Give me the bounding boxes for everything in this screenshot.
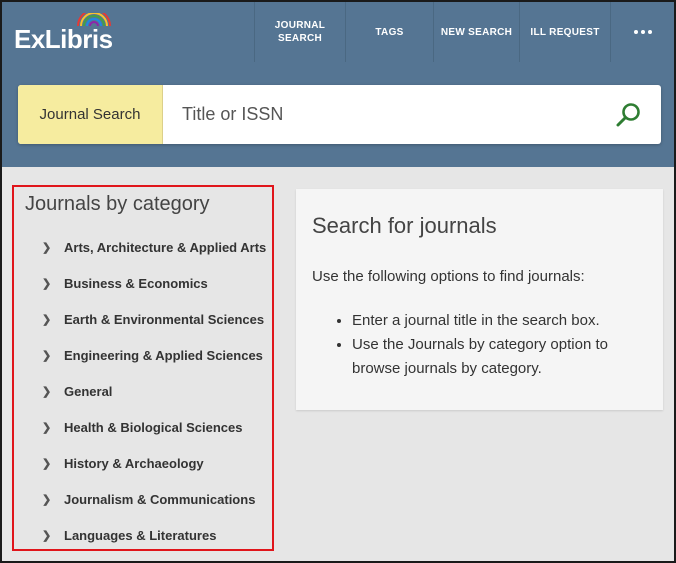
search-input[interactable] bbox=[163, 85, 603, 144]
chevron-right-icon: ❯ bbox=[42, 313, 52, 326]
search-bar: Journal Search bbox=[18, 85, 661, 144]
nav-tags[interactable]: TAGS bbox=[345, 2, 433, 62]
category-item[interactable]: ❯ General bbox=[14, 373, 272, 409]
search-scope-label: Journal Search bbox=[39, 106, 141, 123]
category-panel-title: Journals by category bbox=[25, 193, 210, 215]
nav-journal-search[interactable]: JOURNAL SEARCH bbox=[254, 2, 345, 62]
category-label: Arts, Architecture & Applied Arts bbox=[64, 239, 267, 255]
chevron-right-icon: ❯ bbox=[42, 385, 52, 398]
journals-by-category-panel: Journals by category ❯ Arts, Architecture… bbox=[12, 185, 274, 551]
more-menu-button[interactable] bbox=[610, 2, 674, 62]
category-label: History & Archaeology bbox=[64, 455, 204, 471]
category-item[interactable]: ❯ Arts, Architecture & Applied Arts bbox=[14, 229, 272, 265]
chevron-right-icon: ❯ bbox=[42, 493, 52, 506]
more-dots-icon bbox=[633, 30, 652, 34]
category-item[interactable]: ❯ Health & Biological Sciences bbox=[14, 409, 272, 445]
chevron-right-icon: ❯ bbox=[42, 457, 52, 470]
category-item[interactable]: ❯ History & Archaeology bbox=[14, 445, 272, 481]
category-label: Earth & Environmental Sciences bbox=[64, 311, 265, 327]
top-bar: ExLibris JOURNAL SEARCH TAGS NEW SEARCH … bbox=[2, 2, 674, 62]
category-label: Engineering & Applied Sciences bbox=[64, 347, 263, 363]
nav-ill-request[interactable]: ILL REQUEST bbox=[519, 2, 610, 62]
help-bullets: Enter a journal title in the search box.… bbox=[334, 309, 644, 381]
help-intro: Use the following options to find journa… bbox=[312, 268, 585, 285]
category-label: Languages & Literatures bbox=[64, 527, 217, 543]
nav-new-search[interactable]: NEW SEARCH bbox=[433, 2, 519, 62]
chevron-right-icon: ❯ bbox=[42, 349, 52, 362]
category-label: Business & Economics bbox=[64, 275, 208, 291]
category-item[interactable]: ❯ Engineering & Applied Sciences bbox=[14, 337, 272, 373]
nav-new-search-label: NEW SEARCH bbox=[440, 26, 513, 38]
chevron-right-icon: ❯ bbox=[42, 241, 52, 254]
search-icon bbox=[616, 103, 640, 127]
logo-text: ExLibris bbox=[14, 24, 113, 54]
rainbow-arc-icon bbox=[77, 13, 111, 27]
category-item[interactable]: ❯ Business & Economics bbox=[14, 265, 272, 301]
search-button[interactable] bbox=[611, 99, 645, 131]
category-label: General bbox=[64, 383, 113, 399]
category-item[interactable]: ❯ Journalism & Communications bbox=[14, 481, 272, 517]
nav-journal-search-label: JOURNAL SEARCH bbox=[274, 20, 326, 44]
category-list: ❯ Arts, Architecture & Applied Arts ❯ Busi… bbox=[14, 229, 272, 553]
search-scope[interactable]: Journal Search bbox=[18, 85, 163, 144]
chevron-right-icon: ❯ bbox=[42, 421, 52, 434]
nav-ill-request-label: ILL REQUEST bbox=[530, 26, 600, 38]
help-bullet: Use the Journals by category option to b… bbox=[352, 333, 644, 381]
category-label: Health & Biological Sciences bbox=[64, 419, 243, 435]
nav-tags-label: TAGS bbox=[375, 26, 404, 38]
journal-search-help-panel: Search for journals Use the following op… bbox=[296, 189, 663, 410]
app-frame: ExLibris JOURNAL SEARCH TAGS NEW SEARCH … bbox=[0, 0, 676, 563]
help-bullet: Enter a journal title in the search box. bbox=[352, 309, 644, 333]
help-title: Search for journals bbox=[312, 213, 497, 238]
chevron-right-icon: ❯ bbox=[42, 277, 52, 290]
exlibris-logo[interactable]: ExLibris bbox=[14, 13, 124, 54]
category-item[interactable]: ❯ Earth & Environmental Sciences bbox=[14, 301, 272, 337]
category-label: Journalism & Communications bbox=[64, 491, 256, 507]
search-band: Journal Search bbox=[2, 62, 674, 167]
category-item[interactable]: ❯ Languages & Literatures bbox=[14, 517, 272, 553]
chevron-right-icon: ❯ bbox=[42, 529, 52, 542]
